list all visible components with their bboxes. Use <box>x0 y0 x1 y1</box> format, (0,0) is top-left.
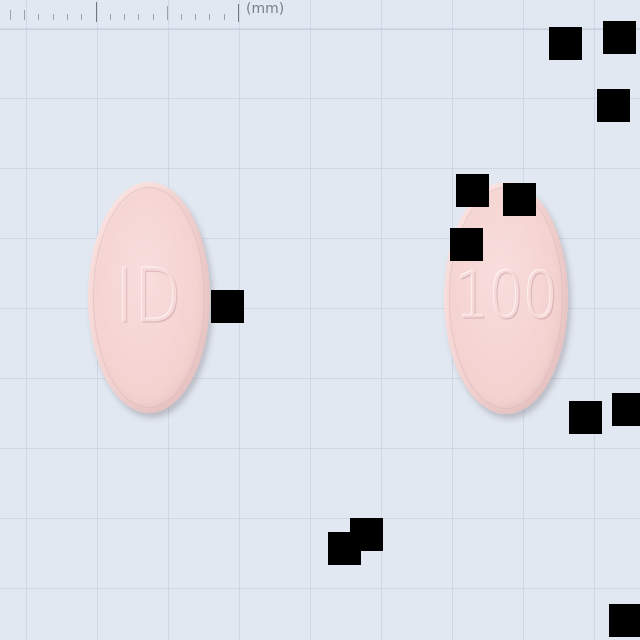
mask-square <box>328 532 361 565</box>
pill-photo: (mm) ID 100 <box>0 0 640 640</box>
mask-square <box>503 183 536 216</box>
mask-square <box>569 401 602 434</box>
pill-imprint-id: ID <box>115 252 183 339</box>
pill-imprint-100: 100 <box>454 259 558 334</box>
ruler-unit-label: (mm) <box>246 1 285 17</box>
mask-square <box>450 228 483 261</box>
mask-square <box>549 27 582 60</box>
mask-square <box>456 174 489 207</box>
mask-square <box>612 393 640 426</box>
ruler-ticks <box>10 2 239 22</box>
mm-ruler: (mm) <box>0 0 640 30</box>
pill-right: 100 <box>444 182 568 414</box>
ruler-baseline <box>0 29 640 30</box>
mask-square <box>597 89 630 122</box>
mask-square <box>609 604 640 637</box>
pill-left: ID <box>88 182 210 413</box>
mask-square <box>211 290 244 323</box>
mask-square <box>603 21 636 54</box>
